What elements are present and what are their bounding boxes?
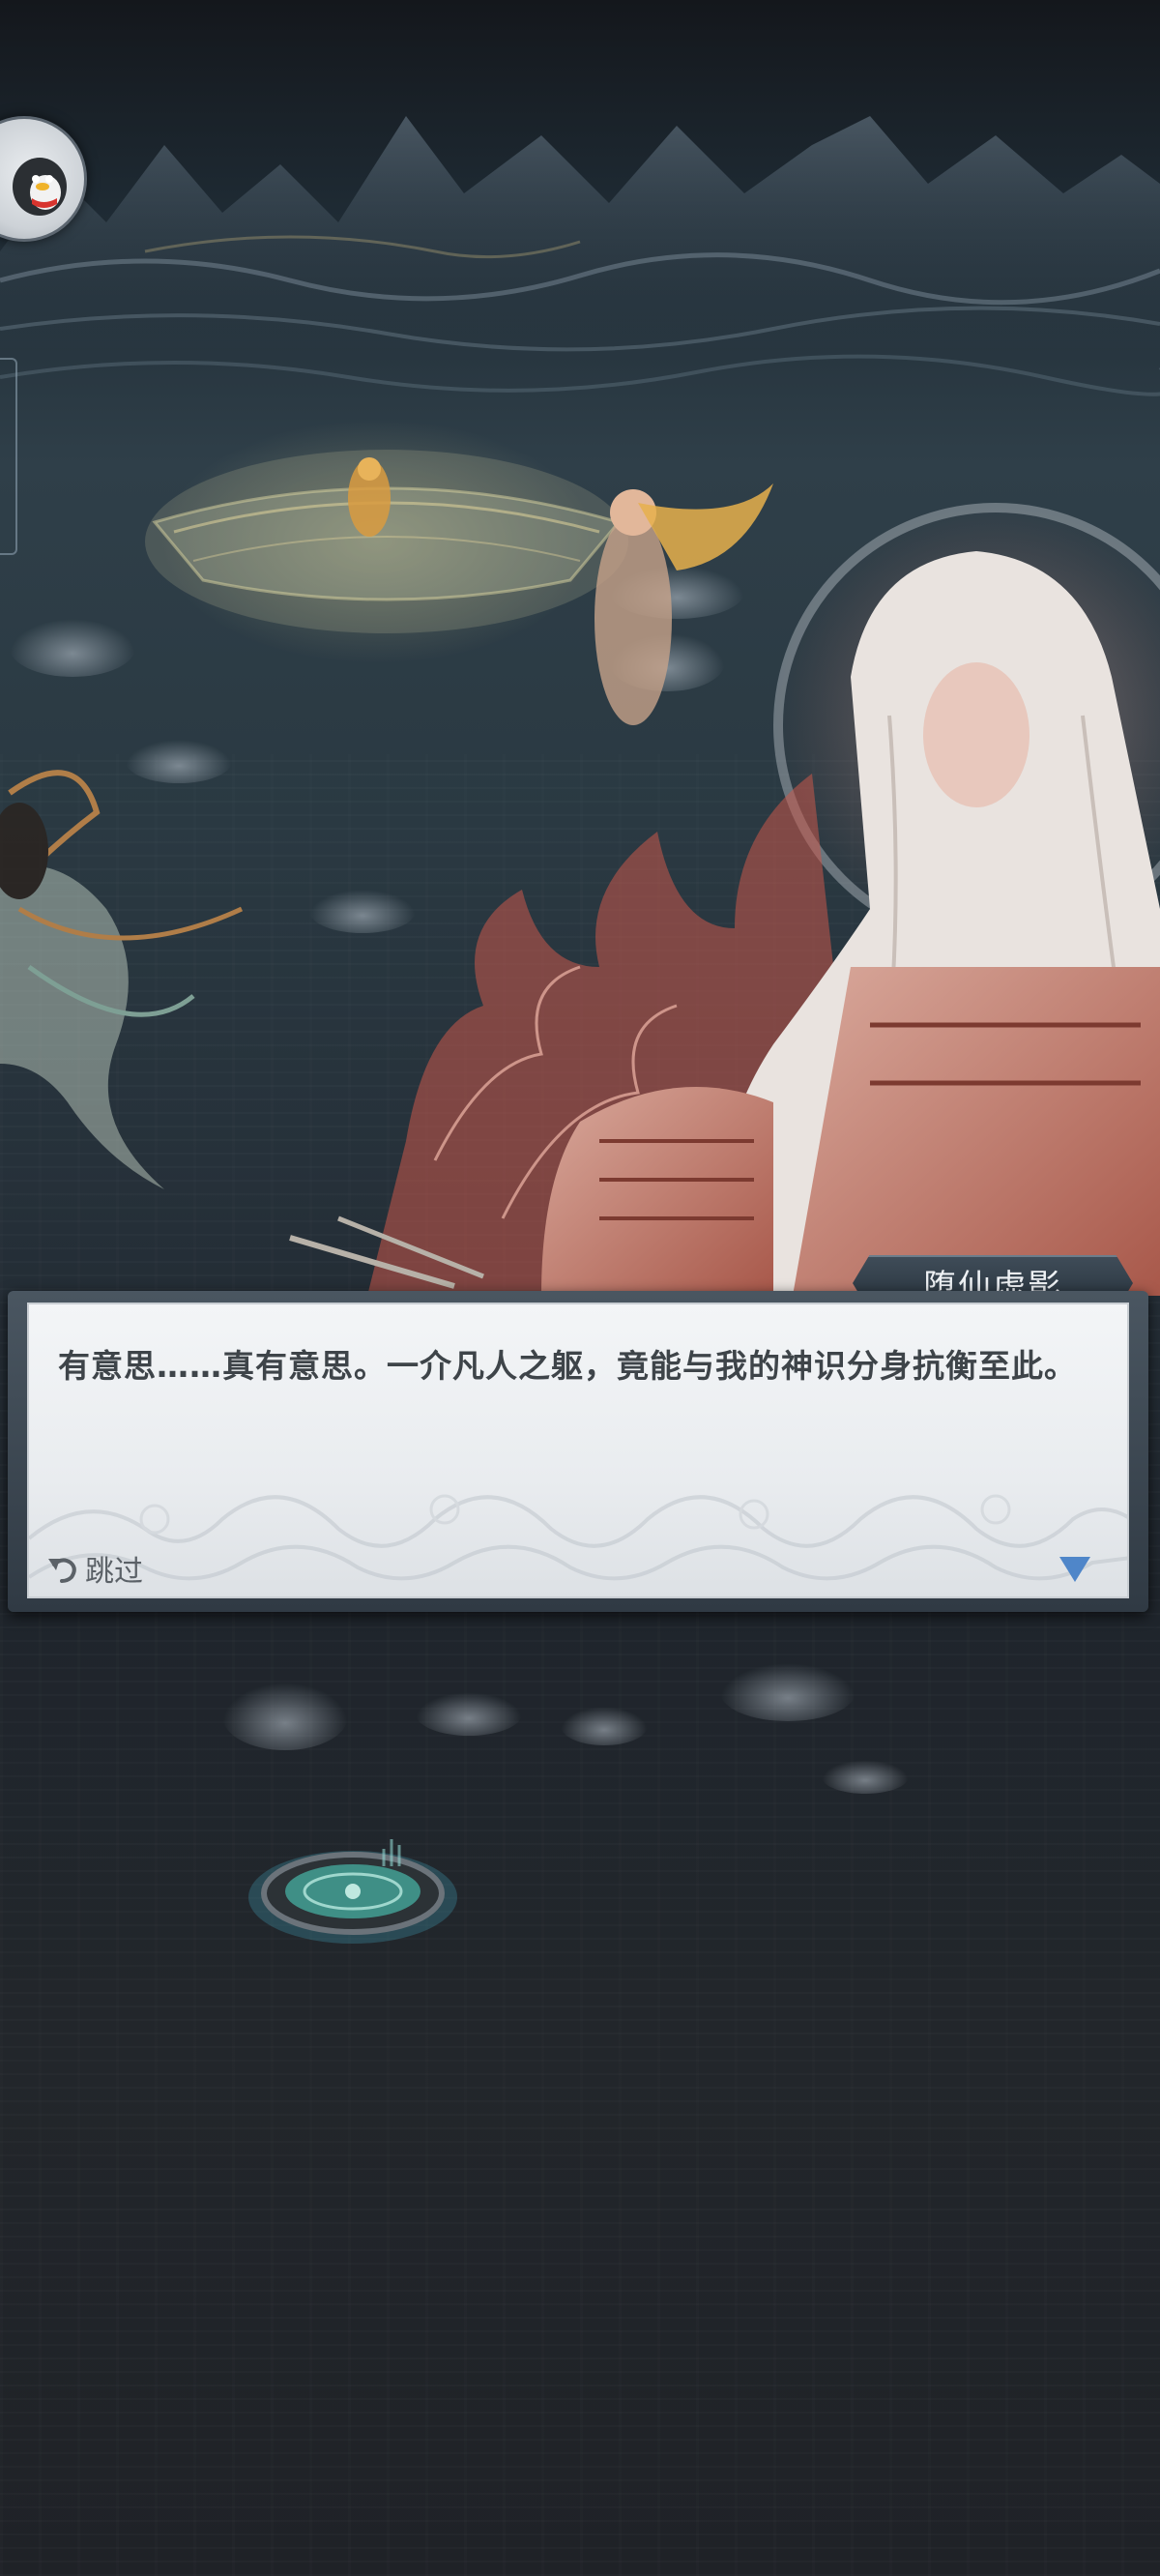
cloud <box>561 1707 648 1745</box>
down-triangle-icon[interactable] <box>1059 1557 1090 1582</box>
misty-mountains <box>0 116 1160 396</box>
skip-button[interactable]: 跳过 <box>44 1547 143 1590</box>
undo-arrow-icon <box>48 1558 76 1583</box>
skip-label: 跳过 <box>85 1555 143 1589</box>
cloud <box>720 1663 856 1721</box>
dialog-box[interactable]: 有意思……真有意思。一介凡人之躯，竟能与我的神识分身抗衡至此。 <box>8 1291 1148 1612</box>
cloud <box>822 1760 909 1794</box>
cloud <box>222 1683 348 1750</box>
game-scene: 堕仙虚影 有意思……真有意思。一介凡人之躯，竟能与我的神识分身抗衡至此。 跳过 <box>0 0 1160 2576</box>
character-art <box>0 483 1160 1296</box>
teleport-portal[interactable] <box>246 1837 459 1944</box>
dialog-panel: 有意思……真有意思。一介凡人之躯，竟能与我的神识分身抗衡至此。 <box>27 1303 1129 1598</box>
wave-pattern <box>29 1494 1127 1581</box>
cloud <box>416 1692 522 1736</box>
dialog-text: 有意思……真有意思。一介凡人之躯，竟能与我的神识分身抗衡至此。 <box>58 1347 1077 1385</box>
